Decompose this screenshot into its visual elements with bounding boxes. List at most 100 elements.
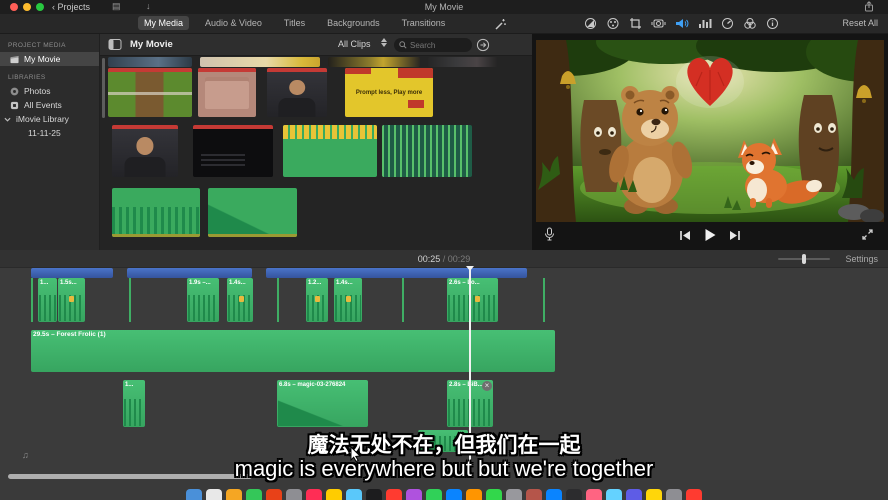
timeline-clip[interactable]: 1.9s –... (187, 278, 219, 322)
media-thumbnail[interactable] (108, 57, 192, 67)
filter-stepper-icon[interactable] (381, 38, 387, 47)
dock-app-icon[interactable] (306, 489, 322, 500)
browser-scrollbar[interactable] (102, 58, 105, 118)
timeline-clip[interactable]: 6.8s – magic-03-276824 (277, 380, 368, 427)
reset-all-button[interactable]: Reset All (842, 18, 878, 28)
timeline-clip[interactable]: 1.4s... (227, 278, 253, 322)
timeline-clip[interactable]: 1... (38, 278, 57, 322)
dock-app-icon[interactable] (406, 489, 422, 500)
dock-app-icon[interactable] (226, 489, 242, 500)
skip-back-icon[interactable] (679, 230, 691, 241)
media-thumbnail-video[interactable] (193, 125, 273, 177)
volume-icon[interactable] (675, 17, 689, 30)
search-field[interactable] (394, 38, 472, 52)
title-clip[interactable] (127, 268, 252, 278)
dock-app-icon[interactable] (366, 489, 382, 500)
timeline-clip[interactable]: 2.6s – Lo... (447, 278, 498, 322)
media-thumbnail-audio[interactable] (112, 188, 200, 237)
timeline-clip[interactable]: 1... (123, 380, 145, 427)
sidebar-item-imovie-library[interactable]: iMovie Library (0, 112, 99, 126)
sidebar-item-my-movie[interactable]: My Movie (0, 52, 99, 66)
media-thumbnail-audio[interactable] (208, 188, 297, 237)
noise-reduction-icon[interactable] (698, 17, 712, 30)
media-thumbnail[interactable] (428, 57, 498, 67)
dock-app-icon[interactable] (346, 489, 362, 500)
clip-label: 6.8s – magic-03-276824 (277, 380, 368, 389)
sidebar-item-photos[interactable]: Photos (0, 84, 99, 98)
tab-my-media[interactable]: My Media (138, 16, 189, 30)
slider-knob[interactable] (802, 254, 806, 264)
crop-icon[interactable] (629, 17, 642, 30)
dock-app-icon[interactable] (186, 489, 202, 500)
timeline-clip[interactable]: 1.5s... (58, 278, 85, 322)
person-figure (125, 157, 166, 177)
media-thumbnail-video[interactable] (112, 125, 178, 177)
tab-audio-video[interactable]: Audio & Video (199, 16, 268, 30)
timeline-zoom-slider[interactable] (778, 258, 830, 260)
dock-app-icon[interactable] (526, 489, 542, 500)
timecode-total: 00:29 (448, 254, 471, 264)
auto-enhance-icon[interactable] (494, 18, 507, 31)
color-balance-icon[interactable] (584, 17, 597, 30)
media-thumbnail-video[interactable] (198, 68, 256, 117)
media-tabs: My Media Audio & Video Titles Background… (138, 16, 451, 30)
info-icon[interactable] (766, 17, 779, 30)
title-clip[interactable] (31, 268, 113, 278)
dock-app-icon[interactable] (626, 489, 642, 500)
dock-app-icon[interactable] (506, 489, 522, 500)
media-thumbnail-audio[interactable] (382, 125, 472, 177)
dock-app-icon[interactable] (466, 489, 482, 500)
media-thumbnail[interactable] (328, 57, 420, 67)
tab-backgrounds[interactable]: Backgrounds (321, 16, 386, 30)
music-clip[interactable]: 29.5s – Forest Frolic (1) (31, 330, 555, 372)
tab-transitions[interactable]: Transitions (396, 16, 452, 30)
media-thumbnail-video[interactable]: Prompt less, Play more (345, 68, 433, 117)
dock-app-icon[interactable] (486, 489, 502, 500)
stabilization-icon[interactable] (651, 17, 666, 30)
sidebar-item-label: 11-11-25 (28, 128, 61, 138)
remove-clip-button[interactable]: × (482, 381, 492, 391)
clip-size-icon[interactable] (476, 38, 490, 57)
dock-app-icon[interactable] (326, 489, 342, 500)
dock-app-icon[interactable] (546, 489, 562, 500)
dock-app-icon[interactable] (266, 489, 282, 500)
subtitle-chinese: 魔法无处不在，但我们在一起 (0, 429, 888, 459)
media-thumbnail-video[interactable] (267, 68, 327, 117)
dock-app-icon[interactable] (686, 489, 702, 500)
dock-app-icon[interactable] (446, 489, 462, 500)
sidebar-item-all-events[interactable]: All Events (0, 98, 99, 112)
media-thumbnail[interactable] (200, 57, 320, 67)
tab-strip: My Media Audio & Video Titles Background… (0, 14, 888, 34)
dock-app-icon[interactable] (426, 489, 442, 500)
dock-app-icon[interactable] (286, 489, 302, 500)
dock-app-icon[interactable] (666, 489, 682, 500)
dock-app-icon[interactable] (246, 489, 262, 500)
media-thumbnail-audio[interactable] (283, 125, 377, 177)
dock-app-icon[interactable] (206, 489, 222, 500)
fullscreen-icon[interactable] (861, 228, 874, 246)
sidebar-item-label: iMovie Library (16, 114, 69, 124)
tab-titles[interactable]: Titles (278, 16, 311, 30)
dock-app-icon[interactable] (566, 489, 582, 500)
sidebar-item-event-date[interactable]: 11-11-25 (0, 126, 99, 140)
media-thumbnail-video[interactable] (108, 68, 192, 117)
play-icon[interactable] (703, 228, 717, 242)
sidebar-toggle-icon[interactable] (108, 38, 122, 56)
timeline-clip[interactable]: 1.4s... (334, 278, 362, 322)
dock-app-icon[interactable] (646, 489, 662, 500)
settings-button[interactable]: Settings (845, 254, 878, 264)
share-icon[interactable] (864, 1, 874, 14)
person-figure (278, 98, 315, 117)
record-voiceover-icon[interactable] (544, 227, 555, 247)
skip-forward-icon[interactable] (729, 230, 741, 241)
title-clip[interactable] (266, 268, 527, 278)
all-clips-filter[interactable]: All Clips (338, 39, 371, 49)
speed-icon[interactable] (721, 17, 734, 30)
dock-app-icon[interactable] (606, 489, 622, 500)
timeline-clip[interactable]: 1.2... (306, 278, 328, 322)
search-input[interactable] (410, 41, 467, 50)
color-correction-icon[interactable] (606, 17, 620, 30)
dock-app-icon[interactable] (386, 489, 402, 500)
clip-filter-icon[interactable] (743, 17, 757, 30)
dock-app-icon[interactable] (586, 489, 602, 500)
